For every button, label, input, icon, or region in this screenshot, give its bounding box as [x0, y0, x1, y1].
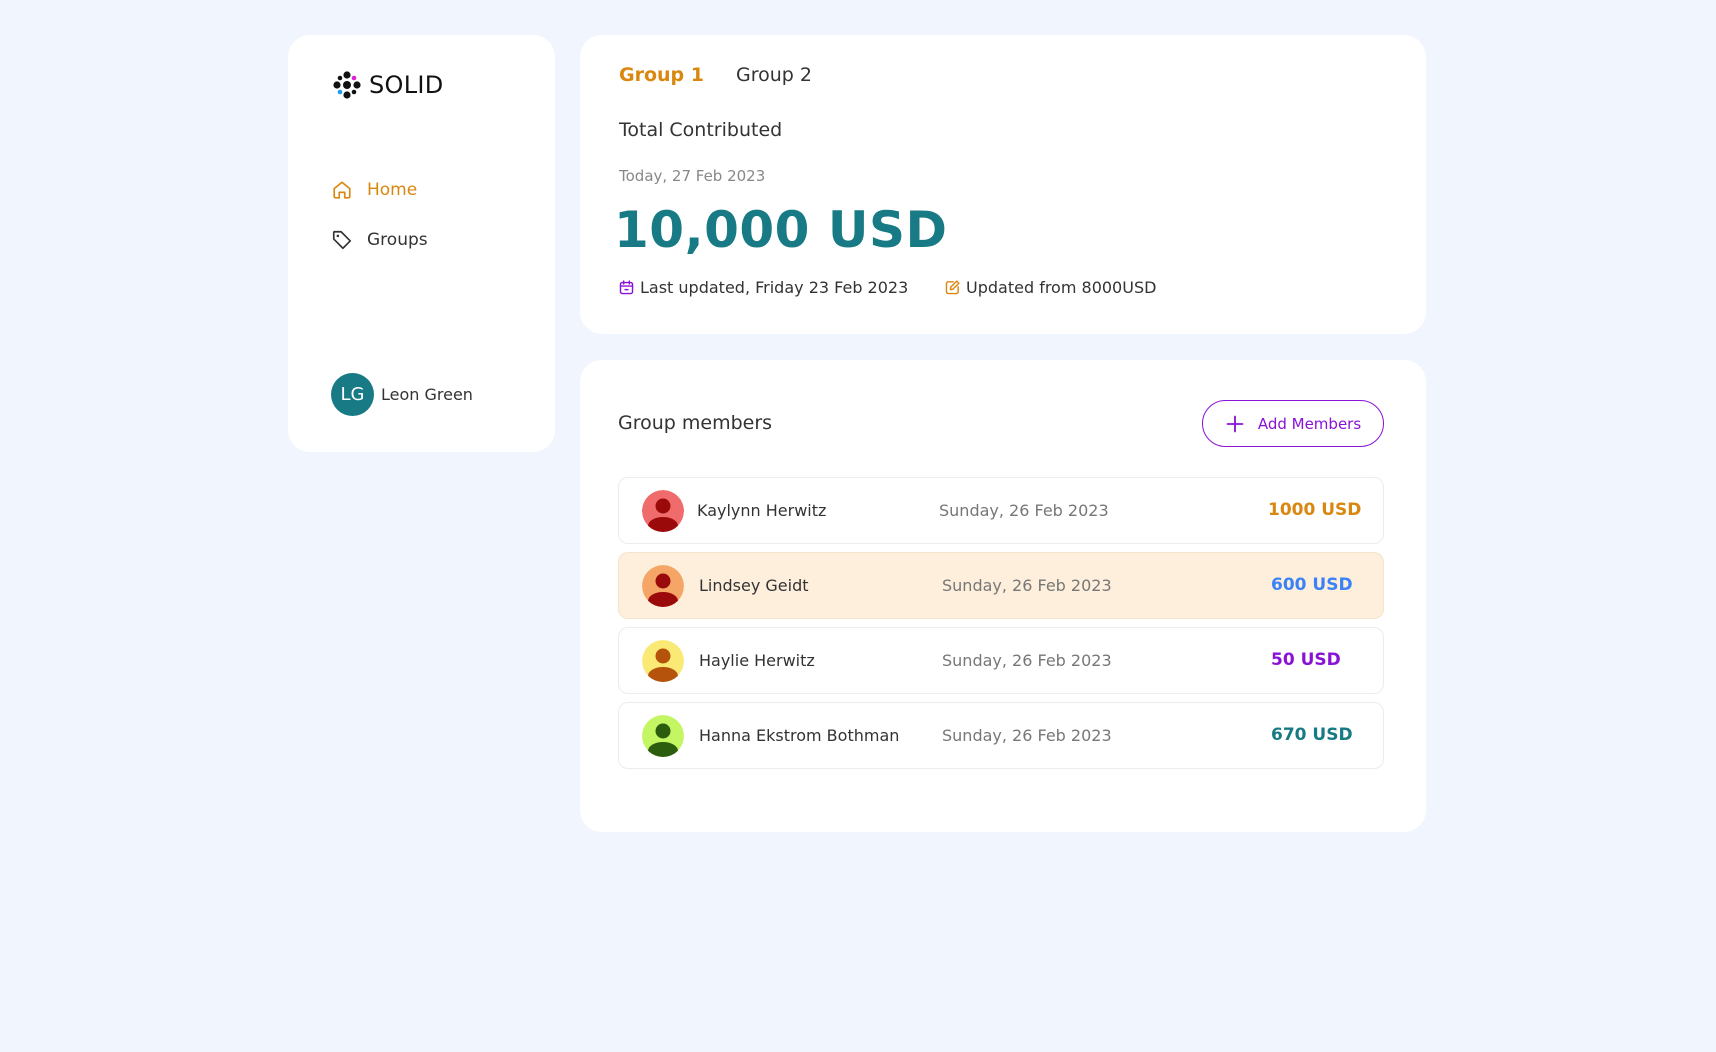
updated-from-text: Updated from 8000USD: [966, 278, 1157, 297]
avatar: LG: [331, 373, 374, 416]
calendar-icon: [619, 280, 634, 295]
tag-icon: [332, 230, 352, 250]
user-avatar-icon: [642, 715, 684, 757]
total-amount: 10,000 USD: [614, 201, 948, 259]
group-members-card: Group members Add Members Kaylynn Herwit…: [580, 360, 1426, 832]
member-name: Haylie Herwitz: [699, 651, 815, 670]
nav-item-home[interactable]: Home: [331, 179, 417, 201]
user-avatar-icon: [642, 640, 684, 682]
contribution-summary-card: Group 1 Group 2 Total Contributed Today,…: [580, 35, 1426, 334]
today-date: Today, 27 Feb 2023: [619, 167, 766, 185]
avatar: [642, 640, 684, 682]
avatar: [642, 490, 684, 532]
member-row[interactable]: Haylie Herwitz Sunday, 26 Feb 2023 50 US…: [618, 627, 1384, 694]
member-amount: 670 USD: [1271, 725, 1353, 745]
add-members-label: Add Members: [1257, 414, 1362, 433]
user-avatar-icon: [642, 490, 684, 532]
avatar: [642, 715, 684, 757]
nav-home-label: Home: [367, 180, 418, 200]
member-amount: 1000 USD: [1268, 500, 1362, 520]
group-tabs: Group 1 Group 2: [619, 64, 844, 86]
add-members-button[interactable]: Add Members: [1202, 400, 1384, 447]
brand-logo[interactable]: SOLID: [331, 69, 444, 101]
member-row[interactable]: Lindsey Geidt Sunday, 26 Feb 2023 600 US…: [618, 552, 1384, 619]
nav-item-groups[interactable]: Groups: [331, 229, 428, 251]
brand-name: SOLID: [369, 71, 444, 99]
member-date: Sunday, 26 Feb 2023: [942, 651, 1112, 670]
member-row[interactable]: Kaylynn Herwitz Sunday, 26 Feb 2023 1000…: [618, 477, 1384, 544]
member-amount: 600 USD: [1271, 575, 1353, 595]
member-amount: 50 USD: [1271, 650, 1341, 670]
plus-icon: [1226, 415, 1244, 432]
avatar: [642, 565, 684, 607]
member-date: Sunday, 26 Feb 2023: [942, 576, 1112, 595]
solid-logo-icon: [333, 71, 361, 99]
last-updated: Last updated, Friday 23 Feb 2023: [618, 278, 908, 297]
home-icon: [333, 181, 351, 199]
user-name: Leon Green: [381, 385, 473, 404]
member-name: Hanna Ekstrom Bothman: [699, 726, 900, 745]
member-row[interactable]: Hanna Ekstrom Bothman Sunday, 26 Feb 202…: [618, 702, 1384, 769]
total-contributed-label: Total Contributed: [619, 119, 783, 141]
tab-group-1[interactable]: Group 1: [619, 64, 704, 86]
member-name: Lindsey Geidt: [699, 576, 809, 595]
nav-groups-label: Groups: [367, 230, 428, 250]
tab-group-2[interactable]: Group 2: [736, 64, 812, 86]
member-date: Sunday, 26 Feb 2023: [939, 501, 1109, 520]
updated-from: Updated from 8000USD: [944, 278, 1156, 297]
edit-icon: [945, 280, 960, 295]
user-profile[interactable]: LG Leon Green: [331, 373, 473, 416]
sidebar: SOLID Home Groups LG Leon Green: [288, 35, 555, 452]
member-date: Sunday, 26 Feb 2023: [942, 726, 1112, 745]
last-updated-text: Last updated, Friday 23 Feb 2023: [640, 278, 909, 297]
user-avatar-icon: [642, 565, 684, 607]
member-name: Kaylynn Herwitz: [697, 501, 827, 520]
group-members-title: Group members: [618, 412, 773, 434]
